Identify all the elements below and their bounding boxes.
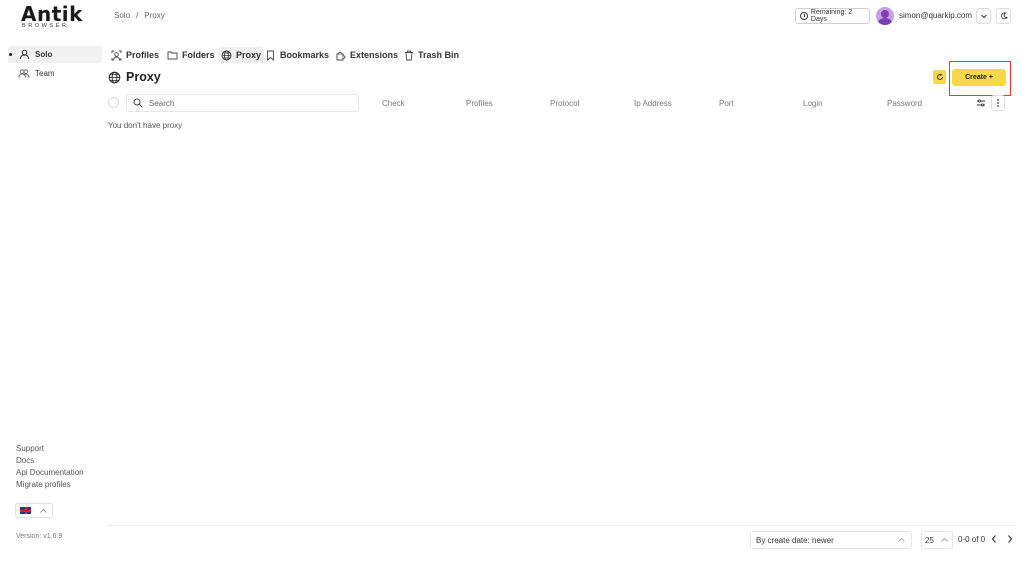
users-icon [18,68,30,80]
column-header-port[interactable]: Port [719,99,734,108]
column-header-profiles[interactable]: Profiles [466,99,493,108]
uk-flag-icon [20,507,31,514]
tab-label: Profiles [126,50,160,60]
breadcrumb-separator: / [136,11,139,20]
more-options-button[interactable] [991,95,1005,111]
sort-select-value: By create date: newer [756,535,834,545]
tab-label: Bookmarks [280,50,330,60]
tab-bookmarks[interactable]: Bookmarks [262,47,332,63]
per-page-select[interactable]: 25 [921,531,953,549]
chevron-up-icon [40,508,47,513]
page-title: Proxy [108,70,161,84]
tab-label: Proxy [236,50,262,60]
bookmark-icon [265,50,276,61]
chevron-up-icon [941,537,948,542]
logo-wordmark: Antik [21,2,83,26]
user-menu-button[interactable] [976,8,991,24]
column-header-protocol[interactable]: Protocol [550,99,579,108]
tab-label: Folders [182,50,215,60]
more-vertical-icon [997,99,999,107]
app-logo: Antik BROWSER [21,2,83,31]
column-header-password[interactable]: Password [887,99,922,108]
sidebar-item-label: Team [35,69,55,78]
breadcrumb-solo[interactable]: Solo [114,11,130,20]
chevron-up-icon [898,537,905,542]
tab-trash-bin[interactable]: Trash Bin [400,47,462,63]
search-box [126,94,359,112]
migrate-profiles-link[interactable]: Migrate profiles [16,480,71,489]
api-documentation-link[interactable]: Api Documentation [16,468,84,477]
profiles-icon [111,50,122,61]
create-button[interactable]: Create + [952,69,1006,86]
previous-page-button[interactable] [988,533,1000,545]
column-header-login[interactable]: Login [803,99,823,108]
search-icon [133,98,143,108]
remaining-days-text: Remaining: 2 Days [810,9,853,23]
tab-folders[interactable]: Folders [164,47,218,63]
tab-label: Extensions [350,50,399,60]
tab-label: Trash Bin [418,50,460,60]
theme-toggle-button[interactable] [996,8,1011,24]
per-page-value: 25 [925,535,934,545]
globe-icon [221,50,232,61]
column-settings-button[interactable] [975,97,987,109]
tab-proxy[interactable]: Proxy [218,47,265,63]
sidebar-item-team[interactable]: Team [8,65,102,82]
sort-select[interactable]: By create date: newer [750,531,912,549]
breadcrumb: Solo / Proxy [114,11,165,20]
puzzle-icon [335,50,346,61]
page-title-text: Proxy [126,70,161,84]
language-select[interactable] [15,503,53,518]
sidebar-item-solo[interactable]: Solo [8,46,102,63]
footer-divider [108,525,1015,526]
sliders-icon [977,99,985,107]
chevron-down-icon [980,14,987,19]
pagination-range: 0-0 of 0 [958,535,986,544]
clock-icon [800,12,808,20]
column-header-ip-address[interactable]: Ip Address [634,99,672,108]
empty-state-message: You don't have proxy [108,121,183,130]
select-all-checkbox[interactable] [108,97,119,108]
tab-profiles[interactable]: Profiles [108,47,162,63]
chevron-right-icon [1008,535,1013,543]
refresh-icon [936,73,943,80]
moon-icon [1000,12,1008,20]
sidebar-item-label: Solo [35,50,53,59]
chevron-left-icon [991,535,996,543]
user-email[interactable]: simon@quarkip.com [899,11,972,20]
folder-icon [167,50,178,61]
search-input[interactable] [149,98,339,108]
app-version: Version: v1.6.9 [16,533,63,540]
support-link[interactable]: Support [16,444,44,453]
avatar[interactable] [876,7,894,25]
docs-link[interactable]: Docs [16,456,34,465]
active-dot-icon [9,53,12,56]
trash-icon [403,50,414,61]
column-header-check[interactable]: Check [382,99,405,108]
user-icon [18,49,30,61]
refresh-button[interactable] [933,70,946,84]
breadcrumb-proxy: Proxy [144,11,165,20]
next-page-button[interactable] [1004,533,1016,545]
remaining-days-badge[interactable]: Remaining: 2 Days [795,8,870,24]
tab-extensions[interactable]: Extensions [332,47,401,63]
globe-icon [108,71,121,83]
